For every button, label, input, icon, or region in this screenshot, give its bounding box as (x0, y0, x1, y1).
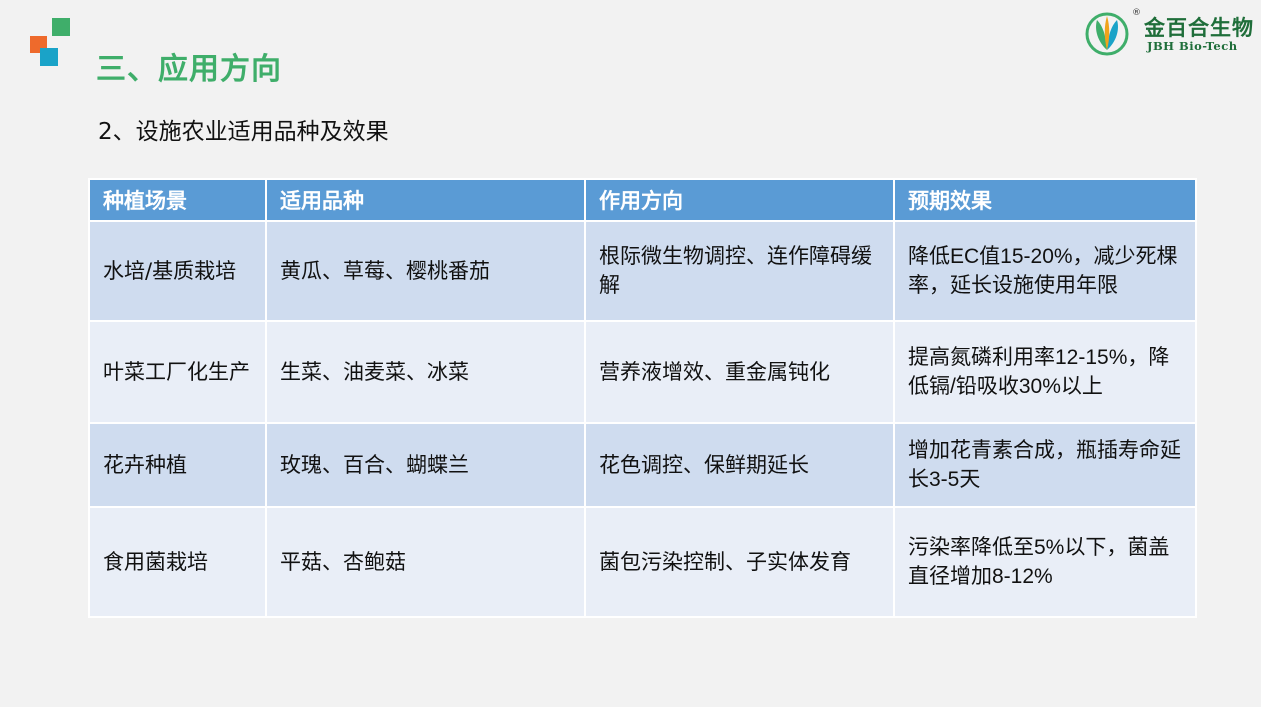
table-header-row: 种植场景 适用品种 作用方向 预期效果 (88, 178, 1197, 222)
table-row: 食用菌栽培 平菇、杏鲍菇 菌包污染控制、子实体发育 污染率降低至5%以下，菌盖直… (88, 506, 1197, 618)
cell-varieties: 黄瓜、草莓、樱桃番茄 (265, 220, 586, 322)
registered-mark: ® (1132, 8, 1141, 18)
decor-square-blue (40, 48, 58, 66)
column-header-scene: 种植场景 (88, 178, 267, 222)
cell-direction: 营养液增效、重金属钝化 (584, 320, 895, 424)
table-row: 水培/基质栽培 黄瓜、草莓、樱桃番茄 根际微生物调控、连作障碍缓解 降低EC值1… (88, 220, 1197, 322)
page-title: 三、应用方向 (96, 52, 282, 87)
logo-name-en: JBH Bio-Tech (1147, 39, 1238, 53)
company-logo: ® 金百合生物 JBH Bio-Tech (1084, 8, 1256, 58)
cell-varieties: 平菇、杏鲍菇 (265, 506, 586, 618)
cell-scene: 叶菜工厂化生产 (88, 320, 267, 424)
decor-square-green (52, 18, 70, 36)
table-row: 花卉种植 玫瑰、百合、蝴蝶兰 花色调控、保鲜期延长 增加花青素合成，瓶插寿命延长… (88, 422, 1197, 508)
cell-scene: 食用菌栽培 (88, 506, 267, 618)
column-header-effect: 预期效果 (893, 178, 1197, 222)
cell-direction: 菌包污染控制、子实体发育 (584, 506, 895, 618)
cell-varieties: 生菜、油麦菜、冰菜 (265, 320, 586, 424)
cell-effect: 降低EC值15-20%，减少死棵率，延长设施使用年限 (893, 220, 1197, 322)
column-header-direction: 作用方向 (584, 178, 895, 222)
cell-direction: 根际微生物调控、连作障碍缓解 (584, 220, 895, 322)
logo-name-cn: 金百合生物 (1144, 15, 1254, 40)
cell-direction: 花色调控、保鲜期延长 (584, 422, 895, 508)
cell-effect: 污染率降低至5%以下，菌盖直径增加8-12% (893, 506, 1197, 618)
cell-effect: 增加花青素合成，瓶插寿命延长3-5天 (893, 422, 1197, 508)
cell-scene: 水培/基质栽培 (88, 220, 267, 322)
cell-scene: 花卉种植 (88, 422, 267, 508)
cell-varieties: 玫瑰、百合、蝴蝶兰 (265, 422, 586, 508)
lily-leaf-icon (1085, 12, 1129, 56)
cell-effect: 提高氮磷利用率12-15%，降低镉/铅吸收30%以上 (893, 320, 1197, 424)
table-row: 叶菜工厂化生产 生菜、油麦菜、冰菜 营养液增效、重金属钝化 提高氮磷利用率12-… (88, 320, 1197, 424)
section-subtitle: 2、设施农业适用品种及效果 (98, 119, 389, 145)
varieties-table: 种植场景 适用品种 作用方向 预期效果 水培/基质栽培 黄瓜、草莓、樱桃番茄 根… (88, 178, 1197, 618)
column-header-varieties: 适用品种 (265, 178, 586, 222)
